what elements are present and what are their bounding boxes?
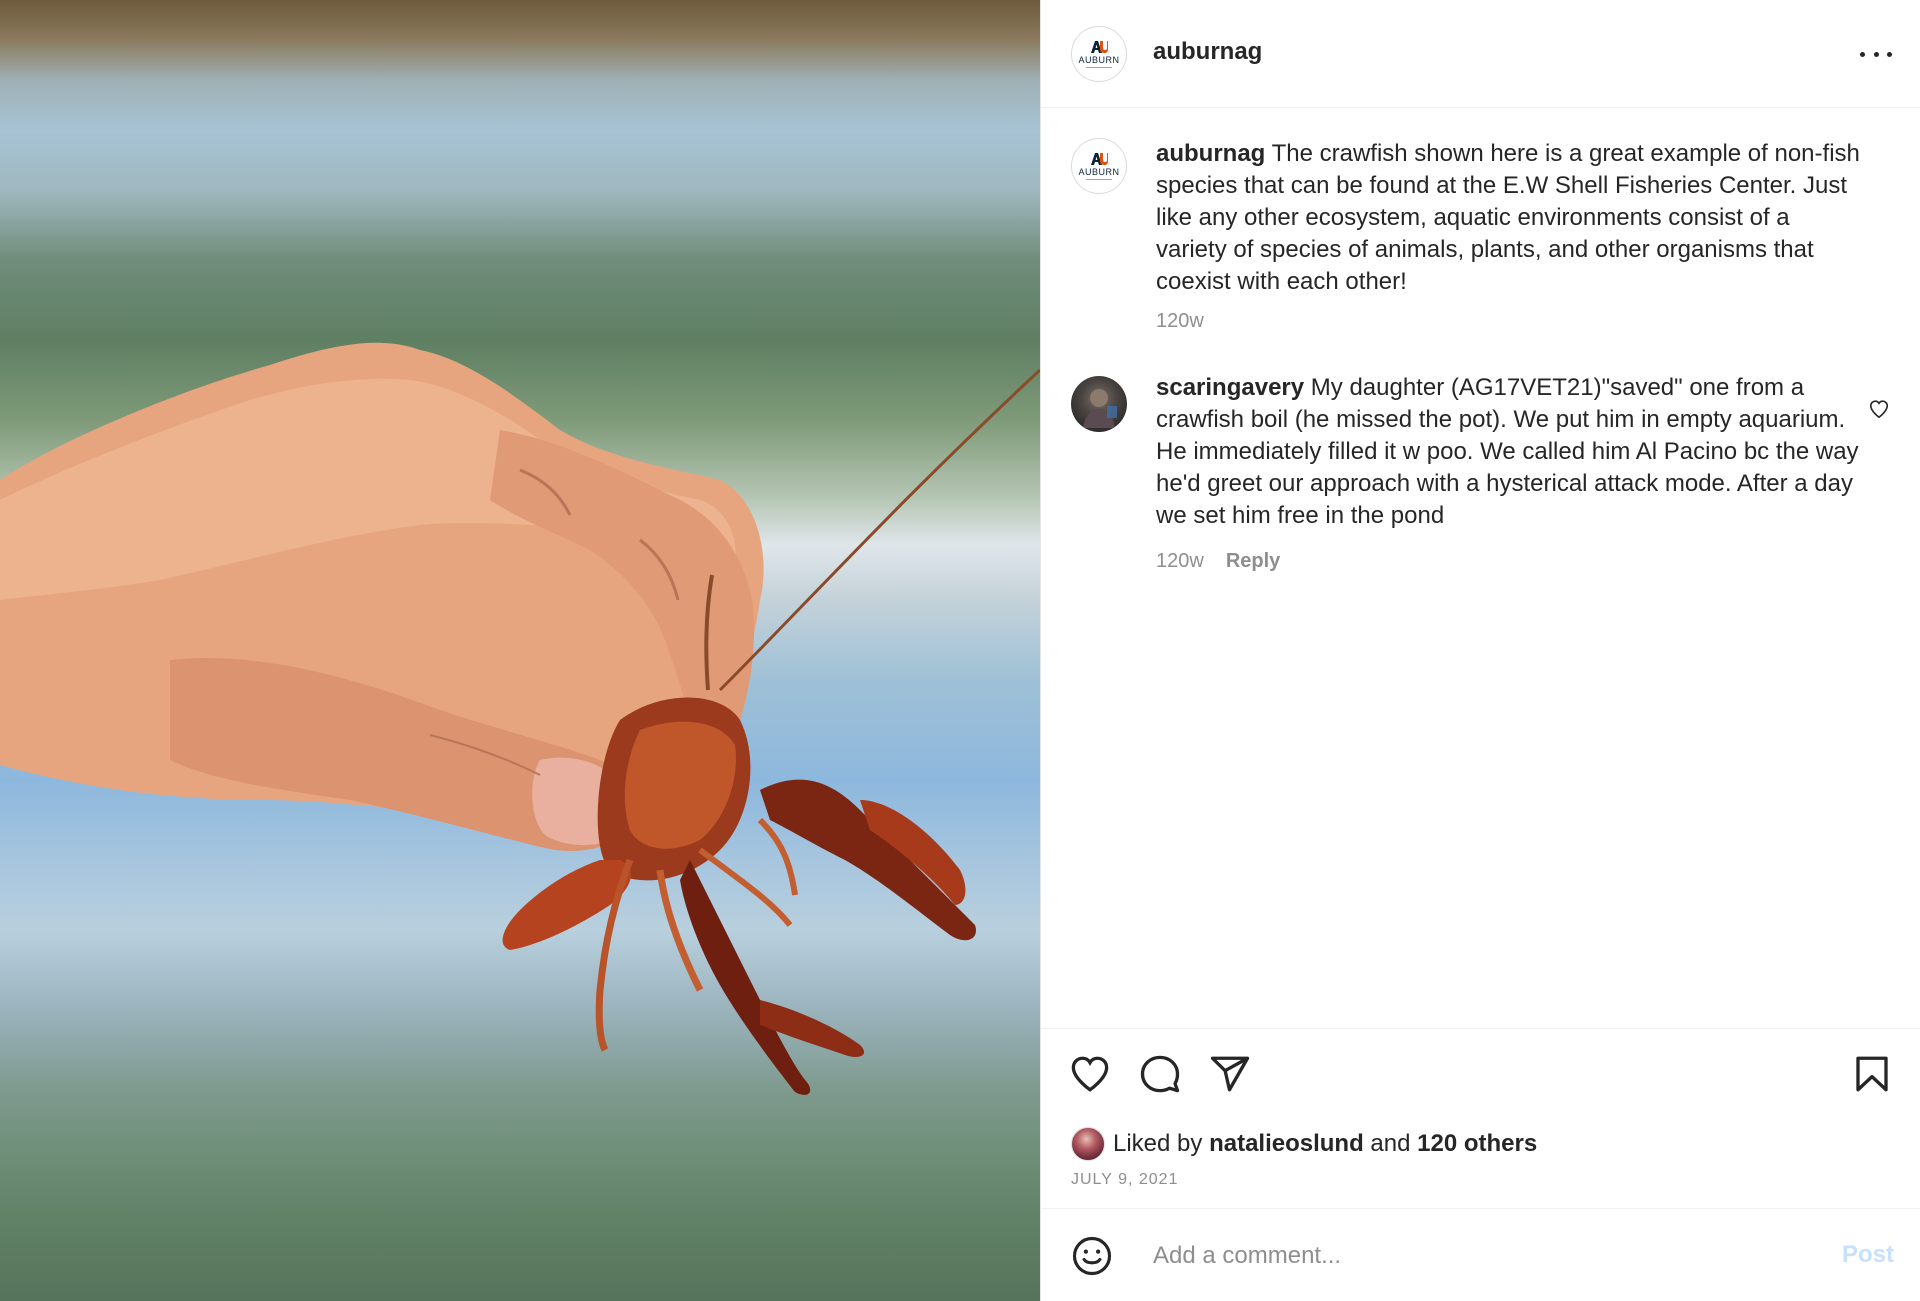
post-date[interactable]: JULY 9, 2021 bbox=[1071, 1171, 1178, 1189]
post-side-panel: AUBURN auburnag AUBURN auburnag The craw… bbox=[1040, 0, 1920, 1301]
auburn-logo-icon bbox=[1091, 41, 1108, 53]
caption-avatar[interactable]: AUBURN bbox=[1071, 138, 1127, 194]
crawfish-photo-illustration bbox=[0, 342, 1040, 1095]
more-options-button[interactable] bbox=[1860, 40, 1892, 68]
likes-summary: Liked by natalieoslund and 120 others bbox=[1071, 1127, 1537, 1161]
more-icon bbox=[1860, 51, 1865, 57]
liker-avatar[interactable] bbox=[1071, 1127, 1105, 1161]
likes-others-link[interactable]: 120 others bbox=[1417, 1130, 1537, 1158]
bookmark-icon[interactable] bbox=[1851, 1053, 1893, 1095]
avatar-underline bbox=[1086, 67, 1112, 68]
profile-avatar[interactable]: AUBURN bbox=[1071, 26, 1127, 82]
post-actions: Liked by natalieoslund and 120 others JU… bbox=[1041, 1028, 1920, 1208]
comment-body: scaringavery My daughter (AG17VET21)"sav… bbox=[1156, 372, 1861, 532]
post-header: AUBURN auburnag bbox=[1041, 0, 1920, 108]
avatar-text: AUBURN bbox=[1078, 167, 1120, 177]
header-username[interactable]: auburnag bbox=[1153, 38, 1262, 66]
post-photo[interactable] bbox=[0, 0, 1040, 1301]
more-icon-dot bbox=[1873, 51, 1879, 57]
smiley-icon[interactable] bbox=[1071, 1235, 1113, 1277]
caption-timestamp[interactable]: 120w bbox=[1156, 310, 1204, 333]
instagram-post: AUBURN auburnag AUBURN auburnag The craw… bbox=[0, 0, 1920, 1301]
caption-meta: 120w bbox=[1156, 310, 1204, 333]
post-comment-button[interactable]: Post bbox=[1842, 1241, 1894, 1269]
comment-timestamp[interactable]: 120w bbox=[1156, 550, 1204, 573]
reply-button[interactable]: Reply bbox=[1226, 550, 1280, 573]
comment-username[interactable]: scaringavery bbox=[1156, 374, 1304, 401]
more-icon-dot bbox=[1887, 51, 1892, 57]
likes-joiner: and bbox=[1370, 1130, 1411, 1157]
comment-meta: 120w Reply bbox=[1156, 550, 1280, 573]
liker-username[interactable]: natalieoslund bbox=[1209, 1130, 1364, 1158]
avatar-underline bbox=[1086, 179, 1112, 180]
caption-body: auburnag The crawfish shown here is a gr… bbox=[1156, 138, 1861, 298]
commenter-avatar[interactable] bbox=[1071, 376, 1127, 432]
add-comment-bar: Post bbox=[1041, 1208, 1920, 1301]
person-avatar-icon bbox=[1083, 389, 1117, 428]
auburn-logo-icon bbox=[1091, 153, 1108, 165]
avatar-text: AUBURN bbox=[1078, 55, 1120, 65]
comment-icon[interactable] bbox=[1139, 1053, 1181, 1095]
comment-input[interactable] bbox=[1153, 1235, 1813, 1277]
comment-like-heart-icon[interactable] bbox=[1868, 398, 1890, 420]
likes-prefix: Liked by bbox=[1113, 1130, 1203, 1157]
heart-icon[interactable] bbox=[1069, 1053, 1111, 1095]
caption-username[interactable]: auburnag bbox=[1156, 140, 1265, 167]
send-icon[interactable] bbox=[1209, 1053, 1251, 1095]
